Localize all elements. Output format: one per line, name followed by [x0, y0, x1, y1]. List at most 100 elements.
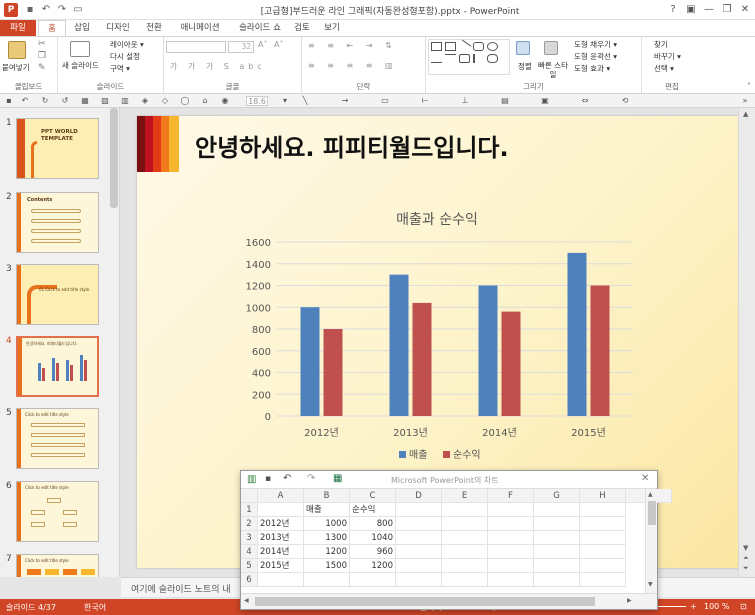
start-slideshow-icon[interactable]: ▭: [72, 4, 84, 16]
undo-icon[interactable]: ↶: [40, 4, 52, 16]
rectangle-shape-icon[interactable]: [431, 42, 442, 51]
help-button[interactable]: ?: [665, 3, 681, 17]
scroll-thumb[interactable]: [648, 501, 656, 525]
copy-icon[interactable]: ❐: [38, 51, 46, 61]
tab-review[interactable]: 검토: [288, 20, 316, 36]
save-icon[interactable]: ▪: [265, 474, 271, 484]
font-size-input[interactable]: 32: [228, 41, 254, 53]
table-icon[interactable]: ▦: [80, 96, 90, 106]
column-header[interactable]: G: [534, 489, 580, 503]
grid-cell[interactable]: [534, 545, 580, 559]
tab-view[interactable]: 보기: [318, 20, 346, 36]
cut-icon[interactable]: ✂: [38, 39, 46, 49]
line-shape-icon[interactable]: [457, 39, 472, 54]
chart-data-close-button[interactable]: ✕: [641, 473, 649, 484]
align-left-icon[interactable]: ⊢: [420, 96, 430, 106]
zoom-level[interactable]: 100 %: [704, 602, 729, 611]
scroll-up-arrow[interactable]: ▲: [648, 491, 653, 498]
column-header[interactable]: C: [350, 489, 396, 503]
grid-cell[interactable]: 1040: [350, 531, 396, 545]
grid-cell[interactable]: 2015년: [258, 559, 304, 573]
editor-vertical-scrollbar[interactable]: ▲ ▼ ⏶ ⏷: [738, 108, 755, 577]
column-header[interactable]: A: [258, 489, 304, 503]
shapes-icon[interactable]: ◇: [160, 96, 170, 106]
grid-cell[interactable]: [396, 573, 442, 587]
align-icons[interactable]: ≡ ≡ ≡ ≡ ▥: [308, 61, 398, 70]
grid-cell[interactable]: [534, 573, 580, 587]
next-slide-button[interactable]: ⏷: [743, 564, 749, 573]
row-header[interactable]: 4: [241, 545, 258, 559]
distribute-icon[interactable]: ⇔: [580, 96, 590, 106]
save-icon[interactable]: ▪: [24, 4, 36, 16]
redo-icon[interactable]: ↷: [56, 4, 68, 16]
datasheet-horizontal-scrollbar[interactable]: ◀ ▶: [241, 593, 657, 609]
decrease-font-icon[interactable]: A˅: [274, 40, 283, 49]
select-button[interactable]: 선택 ▾: [654, 63, 674, 74]
grid-cell[interactable]: 960: [350, 545, 396, 559]
quick-styles-button[interactable]: 빠른 스타일: [538, 61, 568, 79]
increase-font-icon[interactable]: A˄: [258, 40, 267, 49]
language-indicator[interactable]: 한국어: [84, 602, 106, 613]
textbox-shape-icon[interactable]: [445, 42, 456, 51]
row-header[interactable]: 2: [241, 517, 258, 531]
grid-cell[interactable]: [396, 545, 442, 559]
grid-cell[interactable]: [580, 559, 626, 573]
grid-cell[interactable]: 매출: [304, 503, 350, 517]
grid-cell[interactable]: [580, 545, 626, 559]
align-center-icon[interactable]: ⊥: [460, 96, 470, 106]
more-icon[interactable]: »: [740, 96, 750, 106]
oval-shape-icon[interactable]: [487, 42, 498, 51]
grid-cell[interactable]: [442, 531, 488, 545]
tab-animations[interactable]: 애니메이션: [172, 20, 228, 36]
color-palette-icon[interactable]: ◉: [220, 96, 230, 106]
rounded-rect-shape-icon[interactable]: [473, 42, 484, 51]
arrow-shape-icon[interactable]: [445, 54, 456, 63]
grid-cell[interactable]: [396, 503, 442, 517]
scroll-up-arrow[interactable]: ▲: [743, 110, 748, 118]
grid-cell[interactable]: [258, 503, 304, 517]
format-icon[interactable]: ⌂: [200, 96, 210, 106]
collapse-ribbon-icon[interactable]: ˄: [747, 82, 751, 91]
chart-icon[interactable]: ▥: [120, 96, 130, 106]
grid-cell[interactable]: [488, 503, 534, 517]
line-tool-icon[interactable]: ╲: [300, 96, 310, 106]
scroll-down-arrow[interactable]: ▼: [743, 544, 748, 552]
grid-cell[interactable]: [488, 531, 534, 545]
slide-thumbnail-6[interactable]: Click to edit title style: [16, 481, 99, 542]
slide-thumbnail-4[interactable]: 안녕하세요. 피피티월드입니다.: [16, 336, 99, 397]
redo-icon[interactable]: ↷: [307, 473, 315, 484]
grid-cell[interactable]: 순수익: [350, 503, 396, 517]
grid-cell[interactable]: 2012년: [258, 517, 304, 531]
slide-thumbnail-5[interactable]: Click to edit title style: [16, 408, 99, 469]
edit-in-excel-icon[interactable]: ▦: [333, 473, 342, 484]
tab-file[interactable]: 파일: [0, 20, 36, 36]
minimize-button[interactable]: —: [701, 3, 717, 17]
grid-cell[interactable]: [534, 503, 580, 517]
grid-cell[interactable]: [534, 517, 580, 531]
ungroup-icon[interactable]: ▣: [540, 96, 550, 106]
grid-cell[interactable]: [534, 531, 580, 545]
layout-button[interactable]: 레이아웃 ▾: [110, 39, 144, 50]
new-slide-icon[interactable]: [70, 41, 90, 57]
grid-cell[interactable]: [350, 573, 396, 587]
font-name-input[interactable]: [166, 41, 226, 53]
grid-cell[interactable]: [396, 517, 442, 531]
lasso-icon[interactable]: ◯: [180, 96, 190, 106]
picture-icon[interactable]: ▨: [100, 96, 110, 106]
replace-button[interactable]: 바꾸기 ▾: [654, 51, 681, 62]
grid-cell[interactable]: [258, 573, 304, 587]
grid-cell[interactable]: 800: [350, 517, 396, 531]
quick-styles-icon[interactable]: [544, 41, 558, 55]
grid-cell[interactable]: [304, 573, 350, 587]
font-style-icons[interactable]: 가 가 가 S abc: [170, 61, 266, 72]
arrow-tool-icon[interactable]: →: [340, 96, 350, 106]
column-header[interactable]: B: [304, 489, 350, 503]
restore-button[interactable]: ❐: [719, 3, 735, 17]
paste-button[interactable]: 붙여넣기: [2, 62, 30, 73]
column-header[interactable]: E: [442, 489, 488, 503]
undo-icon[interactable]: ↶: [283, 473, 291, 484]
grid-cell[interactable]: [580, 503, 626, 517]
scroll-left-arrow[interactable]: ◀: [244, 597, 249, 604]
save-icon[interactable]: ▪: [4, 96, 14, 106]
grid-cell[interactable]: 1000: [304, 517, 350, 531]
